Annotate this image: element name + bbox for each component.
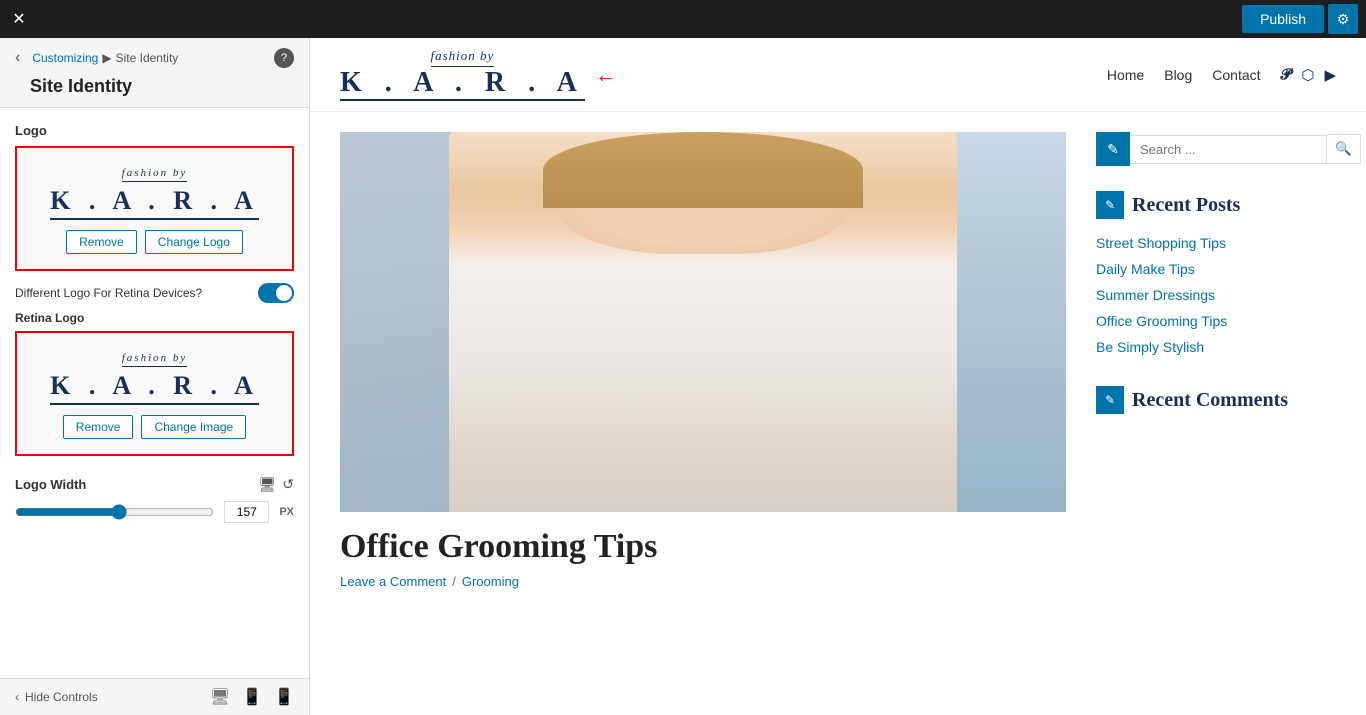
list-item: Summer Dressings: [1096, 283, 1336, 309]
breadcrumb-page: Site Identity: [116, 51, 179, 65]
site-logo-block: K . A . R . A: [340, 67, 585, 101]
logo-field-label: Logo: [15, 123, 294, 138]
preview-area: fashion by K . A . R . A ← Home Blog Con…: [310, 38, 1366, 715]
search-pencil-icon: ✎: [1096, 132, 1130, 166]
preview-content: Office Grooming Tips Leave a Comment / G…: [310, 112, 1366, 715]
customizer-sidebar: ‹ Customizing ▶ Site Identity ? Site Ide…: [0, 38, 310, 715]
back-button[interactable]: ‹: [15, 49, 20, 67]
tablet-device-icon[interactable]: 📱: [242, 687, 262, 707]
logo-width-slider[interactable]: [15, 504, 214, 520]
breadcrumb-row: ‹ Customizing ▶ Site Identity ?: [15, 48, 294, 68]
recent-comments-pencil-icon: ✎: [1096, 386, 1124, 414]
remove-retina-button[interactable]: Remove: [63, 415, 134, 439]
remove-logo-button[interactable]: Remove: [66, 230, 137, 254]
category-link[interactable]: Grooming: [462, 574, 519, 589]
logo-width-input[interactable]: 157: [224, 501, 269, 523]
breadcrumb-customizing-link[interactable]: Customizing: [32, 51, 98, 65]
site-logo: fashion by K . A . R . A: [340, 48, 585, 101]
help-icon[interactable]: ?: [274, 48, 294, 68]
top-bar: ✕ Publish ⚙: [0, 0, 1366, 38]
site-logo-area: fashion by K . A . R . A ←: [340, 48, 617, 101]
article-meta: Leave a Comment / Grooming: [340, 574, 1066, 589]
site-nav: Home Blog Contact 𝓟 ⬡ ▶: [1107, 66, 1336, 84]
search-widget: ✎ 🔍: [1096, 132, 1336, 166]
recent-posts-widget: ✎ Recent Posts Street Shopping Tips Dail…: [1096, 191, 1336, 361]
social-icons: 𝓟 ⬡ ▶: [1281, 66, 1336, 84]
recent-post-link-4[interactable]: Office Grooming Tips: [1096, 313, 1227, 329]
footer-device-icons: 🖥 📱 📱: [210, 687, 294, 707]
logo-preview-box: fashion by K . A . R . A Remove Change L…: [15, 146, 294, 271]
mobile-device-icon[interactable]: 📱: [274, 687, 294, 707]
retina-logo-actions: Remove Change Image: [32, 415, 277, 439]
instagram-icon[interactable]: ⬡: [1301, 66, 1314, 84]
logo-width-icons: 🖥 ↺: [258, 476, 294, 493]
logo-script-text: fashion by: [122, 167, 188, 182]
retina-logo-script: fashion by: [122, 352, 188, 367]
retina-logo-label: Retina Logo: [15, 311, 294, 325]
leave-comment-link[interactable]: Leave a Comment: [340, 574, 446, 589]
article-title: Office Grooming Tips: [340, 528, 1066, 566]
search-input[interactable]: [1130, 135, 1327, 164]
recent-posts-list: Street Shopping Tips Daily Make Tips Sum…: [1096, 231, 1336, 361]
pinterest-icon[interactable]: 𝓟: [1281, 66, 1292, 84]
nav-blog[interactable]: Blog: [1164, 67, 1192, 83]
article-image: [340, 132, 1066, 512]
site-logo-script: fashion by: [431, 48, 495, 67]
reset-icon[interactable]: ↺: [282, 476, 294, 493]
arrow-indicator: ←: [595, 62, 617, 88]
main-layout: ‹ Customizing ▶ Site Identity ? Site Ide…: [0, 38, 1366, 715]
recent-post-link-5[interactable]: Be Simply Stylish: [1096, 339, 1204, 355]
sidebar-footer: ‹ Hide Controls 🖥 📱 📱: [0, 678, 309, 715]
logo-width-unit: PX: [279, 506, 294, 518]
nav-contact[interactable]: Contact: [1212, 67, 1260, 83]
recent-comments-title-row: ✎ Recent Comments: [1096, 386, 1336, 414]
site-header: fashion by K . A . R . A ← Home Blog Con…: [310, 38, 1366, 112]
publish-button[interactable]: Publish: [1242, 5, 1324, 33]
meta-separator: /: [452, 574, 456, 589]
toggle-knob: [276, 285, 292, 301]
recent-post-link-1[interactable]: Street Shopping Tips: [1096, 235, 1226, 251]
logo-width-label: Logo Width: [15, 477, 86, 492]
recent-post-link-3[interactable]: Summer Dressings: [1096, 287, 1215, 303]
list-item: Daily Make Tips: [1096, 257, 1336, 283]
change-image-button[interactable]: Change Image: [141, 415, 246, 439]
list-item: Office Grooming Tips: [1096, 309, 1336, 335]
logo-block-text: K . A . R . A: [50, 186, 259, 220]
recent-posts-title: Recent Posts: [1132, 194, 1240, 217]
retina-toggle[interactable]: [258, 283, 294, 303]
retina-toggle-row: Different Logo For Retina Devices?: [15, 283, 294, 303]
change-logo-button[interactable]: Change Logo: [145, 230, 243, 254]
breadcrumb: Customizing ▶ Site Identity: [32, 51, 178, 65]
logo-width-row: Logo Width 🖥 ↺: [15, 476, 294, 493]
desktop-device-icon[interactable]: 🖥: [210, 687, 230, 707]
youtube-icon[interactable]: ▶: [1324, 66, 1336, 84]
recent-posts-title-row: ✎ Recent Posts: [1096, 191, 1336, 219]
retina-logo-block: K . A . R . A: [50, 371, 259, 405]
sidebar-header: ‹ Customizing ▶ Site Identity ? Site Ide…: [0, 38, 309, 108]
breadcrumb-separator: ▶: [102, 51, 111, 65]
retina-toggle-label: Different Logo For Retina Devices?: [15, 286, 202, 300]
retina-logo-preview-box: fashion by K . A . R . A Remove Change I…: [15, 331, 294, 456]
recent-post-link-2[interactable]: Daily Make Tips: [1096, 261, 1195, 277]
chevron-left-icon: ‹: [15, 690, 19, 704]
main-article: Office Grooming Tips Leave a Comment / G…: [340, 132, 1066, 695]
logo-actions: Remove Change Logo: [32, 230, 277, 254]
close-button[interactable]: ✕: [0, 0, 38, 38]
hide-controls-label: Hide Controls: [25, 690, 98, 704]
search-submit-button[interactable]: 🔍: [1327, 134, 1361, 164]
sidebar-content: Logo fashion by K . A . R . A Remove Cha…: [0, 108, 309, 678]
desktop-icon: 🖥: [258, 476, 276, 493]
list-item: Street Shopping Tips: [1096, 231, 1336, 257]
nav-home[interactable]: Home: [1107, 67, 1144, 83]
list-item: Be Simply Stylish: [1096, 335, 1336, 361]
gear-button[interactable]: ⚙: [1328, 4, 1358, 34]
recent-posts-pencil-icon: ✎: [1096, 191, 1124, 219]
recent-comments-title: Recent Comments: [1132, 389, 1288, 412]
slider-row: 157 PX: [15, 501, 294, 523]
sidebar-section-title: Site Identity: [15, 68, 294, 97]
search-widget-container: ✎ 🔍: [1096, 132, 1336, 166]
hide-controls-button[interactable]: ‹ Hide Controls: [15, 690, 98, 704]
sidebar-widgets: ✎ 🔍 ✎ Recent Posts Street Shopping Tips …: [1096, 132, 1336, 695]
recent-comments-widget: ✎ Recent Comments: [1096, 386, 1336, 414]
